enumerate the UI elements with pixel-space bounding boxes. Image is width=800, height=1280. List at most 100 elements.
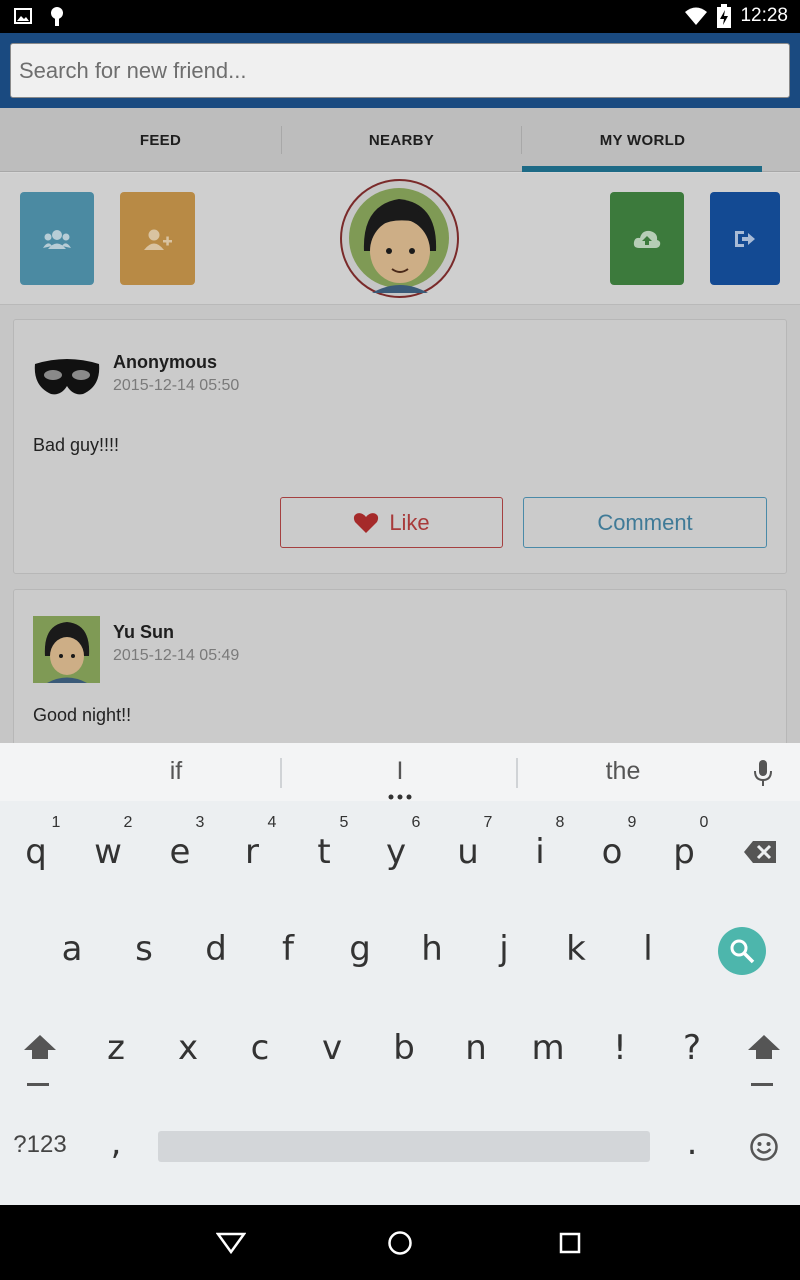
suggestion-divider (280, 758, 282, 788)
tab-selected-indicator (522, 166, 762, 172)
battery-charging-icon (717, 4, 731, 28)
key-p[interactable]: p (648, 832, 720, 872)
search-input[interactable] (10, 43, 790, 98)
upload-button[interactable] (610, 192, 684, 285)
post-timestamp: 2015-12-14 05:49 (113, 647, 240, 664)
key-x[interactable]: x (152, 1028, 224, 1068)
shift-left-icon[interactable] (22, 1033, 58, 1089)
suggestion-divider (516, 758, 518, 788)
key-k[interactable]: k (540, 929, 612, 969)
key-g[interactable]: g (324, 929, 396, 969)
key-r[interactable]: r (216, 832, 288, 872)
home-icon[interactable] (387, 1230, 413, 1256)
key-question[interactable]: ? (656, 1028, 728, 1068)
comment-label: Comment (597, 509, 693, 535)
key-h[interactable]: h (396, 929, 468, 969)
add-friend-button[interactable] (120, 192, 195, 285)
profile-avatar[interactable] (340, 179, 459, 298)
key-hint: 6 (411, 814, 421, 831)
shift-right-icon[interactable] (746, 1033, 782, 1089)
key-d[interactable]: d (180, 929, 252, 969)
key-hint: 3 (195, 814, 205, 831)
cloud-upload-icon (633, 230, 661, 248)
tab-nearby[interactable]: NEARBY (281, 108, 522, 172)
suggestion-word[interactable]: I (284, 757, 516, 786)
key-l[interactable]: l (612, 929, 684, 969)
search-header (0, 33, 800, 108)
suggestion-word[interactable]: the (520, 757, 726, 786)
search-key[interactable] (718, 927, 766, 975)
back-icon[interactable] (216, 1231, 246, 1255)
tab-bar: FEED NEARBY MY WORLD (0, 108, 800, 172)
key-s[interactable]: s (108, 929, 180, 969)
key-period[interactable]: . (656, 1123, 728, 1163)
friends-button[interactable] (20, 192, 94, 285)
key-hint: 0 (699, 814, 709, 831)
key-hint: 7 (483, 814, 493, 831)
key-v[interactable]: v (296, 1028, 368, 1068)
key-o[interactable]: o (576, 832, 648, 872)
key-w[interactable]: w (72, 832, 144, 872)
feed-list: Anonymous 2015-12-14 05:50 Bad guy!!!! L… (0, 305, 800, 743)
like-button[interactable]: Like (280, 497, 503, 548)
key-c[interactable]: c (224, 1028, 296, 1068)
space-bar[interactable] (158, 1131, 650, 1162)
status-time: 12:28 (740, 5, 788, 26)
android-notification-icon (51, 7, 63, 26)
key-m[interactable]: m (512, 1028, 584, 1068)
key-hint: 9 (627, 814, 637, 831)
soft-keyboard: if I the 1 2 3 4 5 6 7 8 9 0 q w e r t y… (0, 743, 800, 1205)
cartoon-avatar-icon (349, 188, 449, 293)
key-z[interactable]: z (80, 1028, 152, 1068)
logout-icon (735, 230, 755, 247)
post-text: Bad guy!!!! (33, 435, 120, 455)
key-hint: 5 (339, 814, 349, 831)
microphone-icon[interactable] (753, 759, 773, 787)
user-avatar-icon (33, 616, 100, 683)
add-friend-icon (143, 229, 172, 250)
suggestion-word[interactable]: if (60, 757, 292, 786)
status-bar: 12:28 (0, 0, 800, 33)
key-t[interactable]: t (288, 832, 360, 872)
tab-feed[interactable]: FEED (40, 108, 281, 172)
emoji-icon[interactable] (749, 1132, 779, 1162)
key-y[interactable]: y (360, 832, 432, 872)
heart-icon (354, 512, 379, 533)
key-comma[interactable]: , (80, 1123, 152, 1163)
key-i[interactable]: i (504, 832, 576, 872)
post-author: Yu Sun (113, 622, 175, 642)
more-suggestions-dots (388, 787, 412, 800)
like-label: Like (389, 509, 430, 535)
backspace-icon[interactable] (743, 840, 777, 864)
key-f[interactable]: f (252, 929, 324, 969)
key-e[interactable]: e (144, 832, 216, 872)
post-author: Anonymous (113, 352, 218, 372)
key-hint: 2 (123, 814, 133, 831)
post-card: Yu Sun 2015-12-14 05:49 Good night!! (13, 589, 787, 743)
wifi-icon (685, 7, 707, 25)
gallery-notification-icon (14, 8, 32, 24)
key-hint: 1 (51, 814, 61, 831)
key-u[interactable]: u (432, 832, 504, 872)
comment-button[interactable]: Comment (523, 497, 767, 548)
search-icon (730, 939, 755, 964)
symbols-key[interactable]: ?123 (4, 1131, 76, 1159)
key-j[interactable]: j (468, 929, 540, 969)
key-hint: 8 (555, 814, 565, 831)
key-exclamation[interactable]: ! (584, 1028, 656, 1068)
key-n[interactable]: n (440, 1028, 512, 1068)
profile-actions-bar (0, 173, 800, 305)
friends-icon (43, 229, 71, 249)
anonymous-mask-icon (34, 359, 100, 395)
recents-icon[interactable] (559, 1232, 583, 1256)
suggestion-strip: if I the (0, 743, 800, 801)
logout-button[interactable] (710, 192, 780, 285)
key-b[interactable]: b (368, 1028, 440, 1068)
post-text: Good night!! (33, 705, 132, 725)
tab-my-world[interactable]: MY WORLD (522, 108, 763, 172)
post-card: Anonymous 2015-12-14 05:50 Bad guy!!!! L… (13, 319, 787, 574)
app-content: FEED NEARBY MY WORLD (0, 33, 800, 743)
key-q[interactable]: q (0, 832, 72, 872)
key-hint: 4 (267, 814, 277, 831)
key-a[interactable]: a (36, 929, 108, 969)
